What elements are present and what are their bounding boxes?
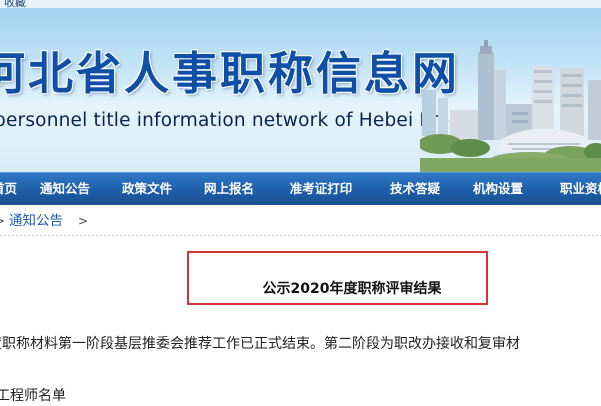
breadcrumb-link-notices[interactable]: 通知公告 [9,208,63,234]
city-skyline-graphic [420,40,601,172]
nav-item-organization[interactable]: 机构设置 [471,173,525,205]
article-list-heading: 工程师名单 [0,388,66,404]
nav-item-qualifications[interactable]: 职业资格 [560,173,601,205]
nav-item-notices[interactable]: 通知公告 [38,173,92,205]
article-paragraph: 度职称材料第一阶段基层推委会推荐工作已正式结束。第二阶段为职改办接收和复审材 [0,336,520,352]
top-strip: 收藏 [0,0,601,9]
nav-item-home[interactable]: 首页 [0,173,17,205]
main-nav: 首页 通知公告 政策文件 网上报名 准考证打印 技术答疑 机构设置 职业资格 [0,172,601,205]
nav-item-policy-docs[interactable]: 政策文件 [120,173,174,205]
nav-item-tech-qa[interactable]: 技术答疑 [388,173,442,205]
site-title: 河北省人事职称信息网 [0,47,461,100]
nav-item-online-registration[interactable]: 网上报名 [202,173,256,205]
site-banner: 收藏 河北省人事职称信息网 personnel title informatio… [0,0,601,172]
breadcrumb-separator: > [0,214,6,228]
breadcrumb-separator: > [78,214,89,228]
breadcrumb-divider [0,235,601,236]
breadcrumb: > 通知公告 > [0,208,601,234]
nav-item-admission-ticket-print[interactable]: 准考证打印 [288,173,354,205]
favorite-link[interactable]: 收藏 [4,0,26,9]
article-title: 公示2020年度职称评审结果 [262,281,442,297]
